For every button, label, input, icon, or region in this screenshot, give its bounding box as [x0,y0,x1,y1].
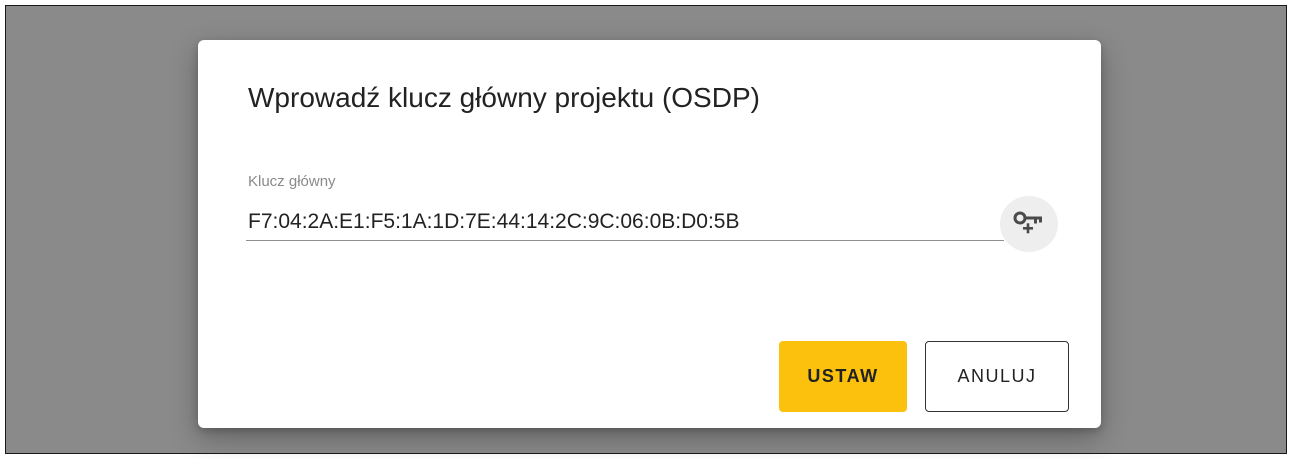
generate-key-button[interactable] [1000,196,1058,252]
key-plus-icon [1013,211,1042,234]
set-button[interactable]: USTAW [779,341,907,412]
master-key-label: Klucz główny [248,173,336,190]
master-key-dialog: Wprowadź klucz główny projektu (OSDP) Kl… [198,40,1101,428]
cancel-button[interactable]: ANULUJ [925,341,1069,412]
dialog-title: Wprowadź klucz główny projektu (OSDP) [248,82,760,113]
master-key-input[interactable] [246,203,1004,241]
